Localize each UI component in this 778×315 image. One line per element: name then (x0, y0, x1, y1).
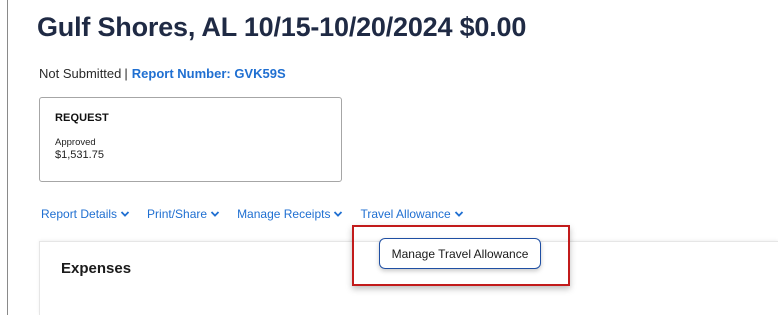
chevron-down-icon (120, 211, 130, 217)
request-card-title: REQUEST (55, 112, 109, 124)
nav-manage-receipts-label: Manage Receipts (237, 207, 331, 221)
report-status-line: Not Submitted | Report Number: GVK59S (39, 66, 286, 81)
nav-report-details-label: Report Details (41, 207, 118, 221)
request-card-amount: $1,531.75 (55, 149, 104, 161)
request-card[interactable]: REQUEST Approved $1,531.75 (39, 97, 342, 182)
manage-travel-allowance-menu-item[interactable]: Manage Travel Allowance (379, 238, 541, 269)
request-card-status: Approved (55, 137, 96, 148)
nav-manage-receipts[interactable]: Manage Receipts (237, 207, 343, 221)
nav-travel-allowance[interactable]: Travel Allowance (360, 207, 463, 221)
report-action-nav: Report Details Print/Share Manage Receip… (41, 207, 481, 221)
expenses-title: Expenses (61, 260, 132, 277)
left-divider (7, 0, 8, 315)
page-title: Gulf Shores, AL 10/15-10/20/2024 $0.00 (37, 12, 527, 42)
chevron-down-icon (454, 211, 463, 217)
nav-travel-allowance-label: Travel Allowance (360, 207, 451, 221)
report-number-link[interactable]: Report Number: GVK59S (132, 66, 286, 81)
chevron-down-icon (210, 211, 220, 217)
chevron-down-icon (334, 211, 343, 217)
nav-report-details[interactable]: Report Details (41, 207, 130, 221)
report-status: Not Submitted (39, 66, 122, 81)
nav-print-share[interactable]: Print/Share (147, 207, 220, 221)
status-separator: | (124, 66, 128, 81)
nav-print-share-label: Print/Share (147, 207, 208, 221)
